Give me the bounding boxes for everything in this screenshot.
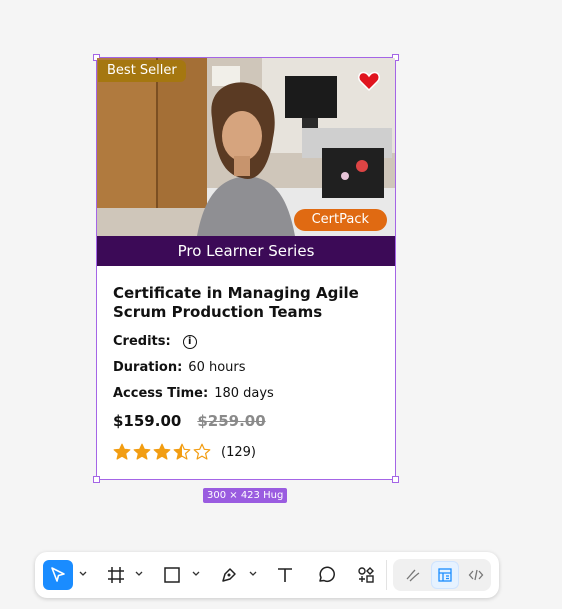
draw-mode-icon (406, 569, 420, 582)
rectangle-tool-button[interactable] (157, 560, 187, 590)
pen-tool-button[interactable] (214, 560, 244, 590)
credits-row: Credits: i (113, 333, 379, 350)
dev-mode-icon (468, 569, 484, 581)
actions-tool-button[interactable] (351, 560, 381, 590)
old-price: $259.00 (197, 412, 266, 430)
dev-mode-button[interactable] (462, 561, 490, 589)
duration-row: Duration: 60 hours (113, 359, 379, 376)
text-tool-button[interactable] (270, 560, 300, 590)
star-rating (113, 443, 211, 461)
resize-handle-bottom-right[interactable] (392, 476, 399, 483)
access-row: Access Time: 180 days (113, 385, 379, 402)
access-value: 180 days (214, 386, 274, 401)
comment-tool-button[interactable] (311, 560, 341, 590)
star-half-icon (173, 443, 191, 460)
course-title: Certificate in Managing Agile Scrum Prod… (113, 284, 359, 321)
access-label: Access Time: (113, 386, 209, 401)
duration-value: 60 hours (188, 360, 246, 375)
credits-label: Credits: (113, 334, 171, 349)
resize-handle-bottom-left[interactable] (93, 476, 100, 483)
info-icon[interactable]: i (182, 334, 197, 349)
star-full-icon (133, 443, 151, 460)
frame-tool-button[interactable] (101, 560, 131, 590)
rectangle-icon (164, 567, 180, 583)
star-full-icon (113, 443, 131, 460)
size-label: 300 × 423 Hug (203, 488, 288, 503)
actions-icon (358, 567, 374, 583)
move-tool-button[interactable] (43, 560, 73, 590)
certpack-badge: CertPack (293, 209, 387, 231)
series-banner: Pro Learner Series (97, 236, 395, 266)
chevron-down-icon[interactable] (79, 571, 87, 577)
design-mode-button[interactable] (431, 561, 459, 589)
heart-icon[interactable] (358, 71, 380, 91)
star-empty-icon (193, 443, 211, 460)
bottom-toolbar (35, 552, 499, 598)
duration-label: Duration: (113, 360, 183, 375)
text-icon (278, 568, 292, 582)
toolbar-divider (386, 560, 387, 590)
chevron-down-icon[interactable] (135, 571, 143, 577)
pen-icon (222, 568, 236, 582)
comment-icon (319, 566, 335, 582)
chevron-down-icon[interactable] (192, 571, 200, 577)
draw-mode-button[interactable] (399, 561, 427, 589)
price: $159.00 (113, 412, 182, 430)
review-count: (129) (221, 444, 256, 460)
frame-icon (108, 567, 124, 583)
course-card[interactable]: Best Seller CertPack Pro Learner Series … (93, 54, 399, 483)
card-content: Certificate in Managing Agile Scrum Prod… (113, 284, 379, 461)
rating-row: (129) (113, 443, 379, 461)
best-seller-badge: Best Seller (98, 60, 186, 82)
chevron-down-icon[interactable] (249, 571, 257, 577)
star-full-icon (153, 443, 171, 460)
design-mode-icon (438, 568, 452, 582)
price-row: $159.00 $259.00 (113, 412, 379, 430)
move-icon (51, 567, 65, 582)
